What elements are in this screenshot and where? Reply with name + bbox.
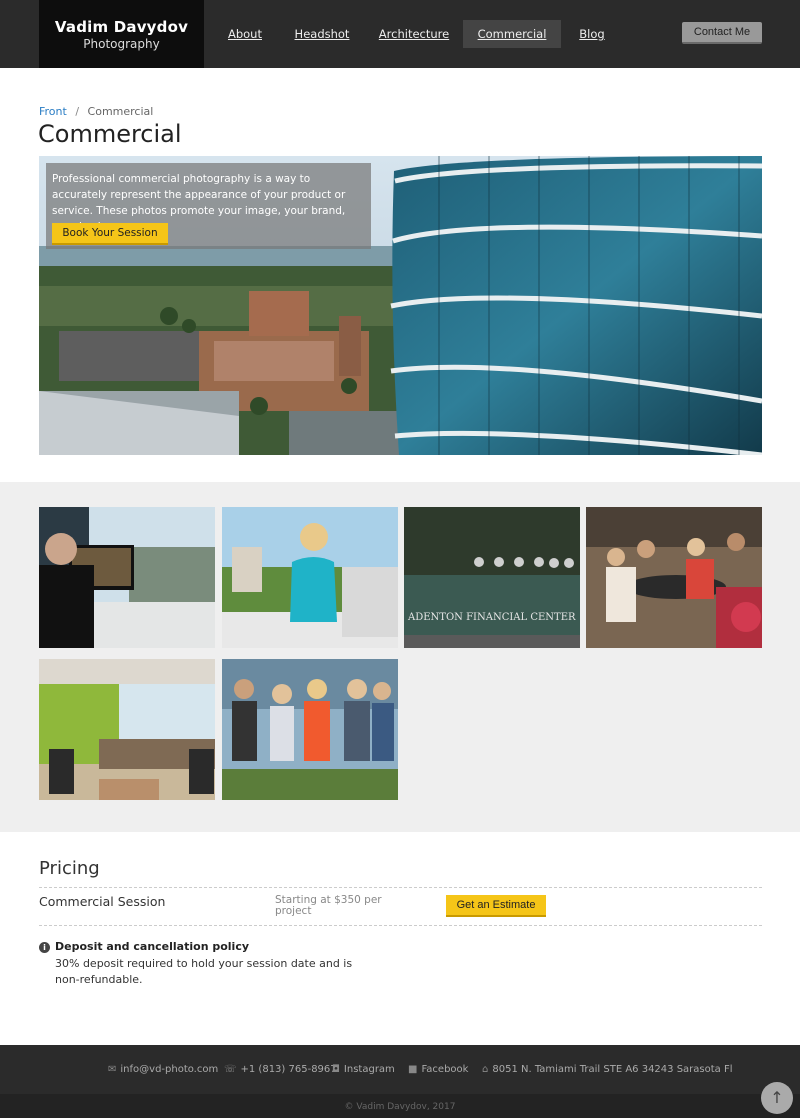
gallery-photo[interactable]: ADENTON FINANCIAL CENTER	[404, 507, 580, 648]
footer-address: ⌂ 8051 N. Tamiami Trail STE A6 34243 Sara…	[482, 1064, 733, 1075]
hero-overlay: Professional commercial photography is a…	[46, 163, 371, 249]
book-session-button[interactable]: Book Your Session	[52, 223, 168, 245]
page-title: Commercial	[38, 120, 182, 148]
gallery-photo[interactable]	[586, 507, 762, 648]
policy-title: Deposit and cancellation policy	[55, 940, 250, 953]
site-header: Vadim Davydov Photography About Headshot…	[0, 0, 800, 68]
footer-facebook-text: Facebook	[421, 1064, 469, 1075]
nav-headshot[interactable]: Headshot	[288, 20, 356, 48]
footer-email[interactable]: ✉ info@vd-photo.com	[108, 1064, 218, 1075]
session-price: Starting at $350 per project	[275, 894, 382, 917]
site-logo[interactable]: Vadim Davydov Photography	[39, 0, 204, 68]
footer-instagram-text: Instagram	[343, 1064, 395, 1075]
nav-commercial[interactable]: Commercial	[463, 20, 561, 48]
hero-banner: Professional commercial photography is a…	[39, 156, 762, 455]
gallery-photo[interactable]	[39, 659, 215, 800]
session-name: Commercial Session	[39, 894, 166, 909]
breadcrumb: Front / Commercial	[39, 105, 153, 118]
home-icon: ⌂	[482, 1064, 489, 1075]
footer-email-text: info@vd-photo.com	[120, 1064, 219, 1075]
divider	[39, 887, 762, 888]
get-estimate-button[interactable]: Get an Estimate	[446, 895, 546, 917]
nav-blog[interactable]: Blog	[572, 20, 612, 48]
facebook-icon: ■	[408, 1064, 418, 1075]
gallery-photo[interactable]	[39, 507, 215, 648]
divider	[39, 925, 762, 926]
gallery-banner-text: ADENTON FINANCIAL CENTER	[407, 612, 576, 623]
nav-architecture[interactable]: Architecture	[374, 20, 454, 48]
footer-instagram[interactable]: ◘ Instagram	[332, 1064, 395, 1075]
photo-gallery: ADENTON FINANCIAL CENTER	[0, 482, 800, 832]
footer-phone-text: +1 (813) 765-8967	[240, 1064, 337, 1075]
info-icon: i	[39, 942, 50, 953]
instagram-icon: ◘	[332, 1064, 340, 1075]
breadcrumb-home-link[interactable]: Front	[39, 105, 67, 118]
breadcrumb-separator: /	[75, 105, 80, 118]
arrow-up-icon: ↑	[770, 1088, 784, 1107]
phone-icon: ☏	[224, 1064, 237, 1075]
logo-subtitle: Photography	[83, 37, 160, 51]
policy-text: 30% deposit required to hold your sessio…	[55, 957, 353, 986]
contact-me-button[interactable]: Contact Me	[682, 22, 762, 44]
gallery-photo[interactable]	[222, 659, 398, 800]
scroll-to-top-button[interactable]: ↑	[761, 1082, 793, 1114]
breadcrumb-current: Commercial	[87, 105, 154, 118]
pricing-title: Pricing	[39, 858, 100, 879]
gallery-photo[interactable]	[222, 507, 398, 648]
footer-phone[interactable]: ☏ +1 (813) 765-8967	[224, 1064, 337, 1075]
copyright: © Vadim Davydov, 2017	[344, 1102, 456, 1112]
logo-name: Vadim Davydov	[54, 18, 189, 36]
footer-facebook[interactable]: ■ Facebook	[408, 1064, 468, 1075]
footer-address-text: 8051 N. Tamiami Trail STE A6 34243 Saras…	[492, 1064, 733, 1075]
nav-about[interactable]: About	[214, 20, 276, 48]
envelope-icon: ✉	[108, 1064, 117, 1075]
